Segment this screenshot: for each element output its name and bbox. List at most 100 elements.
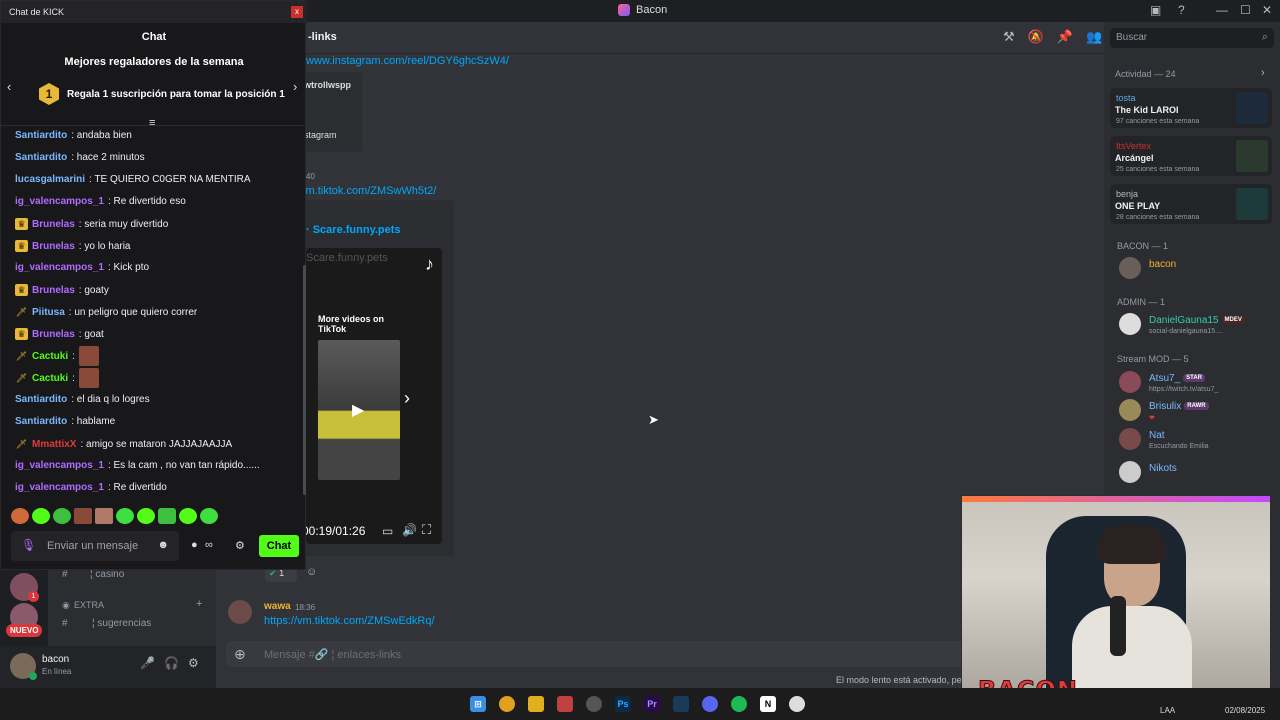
emote-icon[interactable] <box>53 508 71 524</box>
chat-username[interactable]: Santiardito <box>15 416 67 427</box>
volume-icon[interactable]: 🔊 <box>402 523 417 537</box>
chat-scrollbar[interactable] <box>303 265 306 495</box>
chat-username[interactable]: Brunelas <box>32 285 75 296</box>
windows-start-icon[interactable]: ⊞ <box>470 696 486 712</box>
chat-username[interactable]: Santiardito <box>15 130 67 141</box>
chat-username[interactable]: Santiardito <box>15 152 67 163</box>
microphone-icon[interactable]: 🎤 <box>140 656 155 670</box>
emoji-icon[interactable]: ☻ <box>157 539 169 551</box>
chat-username[interactable]: Piitusa <box>32 307 65 318</box>
premiere-icon[interactable]: Pr <box>644 696 660 712</box>
maximize-button[interactable]: ☐ <box>1240 3 1251 17</box>
pin-icon[interactable]: 📌 <box>1057 29 1073 45</box>
microphone-icon[interactable]: 🎙 <box>21 538 36 552</box>
sword-icon: 🗡 <box>15 439 28 449</box>
members-icon[interactable]: 👥 <box>1086 29 1102 45</box>
kick-message-input[interactable]: 🎙 Enviar un mensaje ☻ <box>11 531 179 561</box>
hash-icon: # <box>62 618 68 629</box>
chat-username[interactable]: ig_valencampos_1 <box>15 196 104 207</box>
send-chat-button[interactable]: Chat <box>259 535 299 557</box>
chrome-icon[interactable] <box>499 696 515 712</box>
channel-casino[interactable]: ¦ casino <box>90 569 124 580</box>
steam-icon[interactable] <box>673 696 689 712</box>
chat-username[interactable]: lucasgalmarini <box>15 174 85 185</box>
chat-username[interactable]: Brunelas <box>32 219 75 230</box>
chat-username[interactable]: ig_valencampos_1 <box>15 482 104 493</box>
tiktok-embed-author[interactable]: · Scare.funny.pets <box>306 224 401 236</box>
chat-username[interactable]: Brunelas <box>32 329 75 340</box>
notion-icon[interactable]: N <box>760 696 776 712</box>
member-badge: STAR <box>1183 374 1206 383</box>
system-date[interactable]: 02/08/2025 <box>1225 706 1265 715</box>
chat-message: Santiardito: el dia q lo logres <box>15 394 150 405</box>
channel-sugerencias[interactable]: ¦ sugerencias <box>92 618 151 629</box>
message-link-tiktok[interactable]: vm.tiktok.com/ZMSwWh5t2/ <box>300 185 436 197</box>
emote-icon[interactable] <box>158 508 176 524</box>
activity-card[interactable]: tosta The Kid LAROI 97 canciones esta se… <box>1110 88 1272 128</box>
emote-icon[interactable] <box>116 508 134 524</box>
infinity-icon[interactable]: ∞ <box>205 539 213 551</box>
emote-icon[interactable] <box>11 508 29 524</box>
chat-username[interactable]: Brunelas <box>32 241 75 252</box>
play-icon[interactable]: ▶ <box>352 400 364 420</box>
emote-quick-bar <box>11 508 218 524</box>
points-icon[interactable]: ● <box>191 539 198 551</box>
kick-close-button[interactable]: x <box>291 6 303 18</box>
activity-card[interactable]: ItsVertex Arcángel 25 canciones esta sem… <box>1110 136 1272 176</box>
emote-icon[interactable] <box>74 508 92 524</box>
settings-gear-icon[interactable]: ⚙ <box>188 656 199 670</box>
message-link-instagram[interactable]: www.instagram.com/reel/DGY6ghcSzW4/ <box>306 55 509 67</box>
message-author[interactable]: wawa <box>264 601 291 612</box>
next-arrow-icon[interactable]: › <box>404 388 410 409</box>
close-button[interactable]: ✕ <box>1262 3 1272 17</box>
captions-icon[interactable]: ▭ <box>382 524 393 538</box>
emote-icon[interactable] <box>137 508 155 524</box>
threads-icon[interactable]: ⚒ <box>1003 29 1015 45</box>
user-name: bacon <box>42 654 70 665</box>
inbox-icon[interactable]: ▣ <box>1150 3 1161 17</box>
search-input[interactable]: Buscar ⌕ <box>1110 28 1274 48</box>
avatar[interactable] <box>228 600 252 624</box>
hash-icon: # <box>62 569 68 580</box>
obs-icon[interactable] <box>586 696 602 712</box>
chat-username[interactable]: Cactuki <box>32 351 68 362</box>
chevron-right-icon[interactable]: › <box>1261 67 1265 79</box>
add-attachment-icon[interactable]: ⊕ <box>234 646 246 663</box>
chat-username[interactable]: MmattixX <box>32 439 76 450</box>
search-icon: ⌕ <box>1261 31 1268 43</box>
role-header-admin: ADMIN — 1 <box>1117 297 1166 307</box>
discord-icon[interactable] <box>702 696 718 712</box>
photoshop-icon[interactable]: Ps <box>615 696 631 712</box>
help-icon[interactable]: ? <box>1178 3 1185 17</box>
chat-username[interactable]: Cactuki <box>32 373 68 384</box>
minimize-button[interactable]: — <box>1216 3 1228 17</box>
headphones-icon[interactable]: 🎧 <box>164 656 179 670</box>
gift-leaderboard-row: 1 Regala 1 suscripción para tomar la pos… <box>39 83 285 105</box>
spotify-icon[interactable] <box>731 696 747 712</box>
emote-icon[interactable] <box>179 508 197 524</box>
emote-icon[interactable] <box>32 508 50 524</box>
chat-username[interactable]: ig_valencampos_1 <box>15 262 104 273</box>
chevron-right-icon[interactable]: › <box>293 79 297 94</box>
chat-username[interactable]: Santiardito <box>15 394 67 405</box>
activity-card[interactable]: benja ONE PLAY 28 canciones esta semana <box>1110 184 1272 224</box>
chevron-left-icon[interactable]: ‹ <box>7 79 11 94</box>
add-channel-icon[interactable]: + <box>196 598 202 610</box>
chat-message: 🗡 Cactuki: <box>15 346 99 366</box>
file-explorer-icon[interactable] <box>528 696 544 712</box>
emote-icon[interactable] <box>95 508 113 524</box>
mute-bell-icon[interactable]: 🔕 <box>1028 29 1044 45</box>
filter-icon[interactable]: ≡ <box>149 117 155 129</box>
chat-username[interactable]: ig_valencampos_1 <box>15 460 104 471</box>
message-link-tiktok-2[interactable]: https://vm.tiktok.com/ZMSwEdkRq/ <box>264 615 435 627</box>
settings-app-icon[interactable] <box>789 696 805 712</box>
tiktok-video-player[interactable]: Scare.funny.pets ♪ More videos on TikTok… <box>306 248 442 544</box>
chat-message: 🗡 MmattixX: amigo se mataron JAJJAJAAJJA <box>15 438 232 450</box>
input-language[interactable]: LAA <box>1160 706 1175 715</box>
fullscreen-icon[interactable]: ⛶ <box>422 522 431 538</box>
category-extra[interactable]: EXTRA <box>74 600 104 610</box>
chat-settings-gear-icon[interactable]: ⚙ <box>235 539 245 552</box>
add-reaction-icon[interactable]: ☺ <box>306 566 317 578</box>
app-icon[interactable] <box>557 696 573 712</box>
emote-icon[interactable] <box>200 508 218 524</box>
